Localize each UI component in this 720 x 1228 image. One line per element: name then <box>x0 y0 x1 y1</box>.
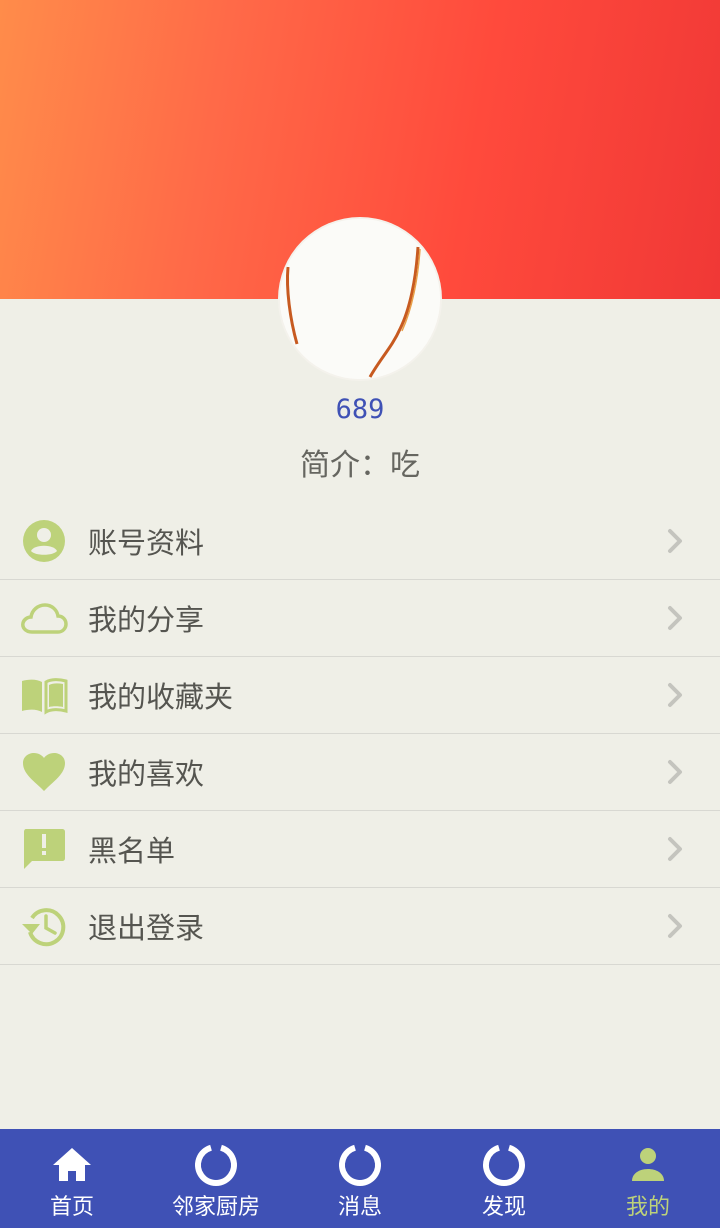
loading-ring-icon <box>194 1143 238 1187</box>
menu-item-favorites[interactable]: 我的收藏夹 <box>0 657 720 734</box>
book-icon <box>20 671 68 719</box>
feedback-icon <box>20 825 68 873</box>
avatar-image <box>280 219 440 379</box>
chevron-right-icon <box>664 603 686 633</box>
menu-item-blacklist[interactable]: 黑名单 <box>0 811 720 888</box>
profile-page: 689 简介：吃 账号资料 我的分享 我的收藏夹 我的喜欢 黑名单 退出登录 首… <box>0 0 720 1228</box>
menu-item-my-shares[interactable]: 我的分享 <box>0 580 720 657</box>
nav-label: 我的 <box>625 1195 670 1220</box>
nav-label: 首页 <box>49 1195 94 1220</box>
menu-item-label: 我的喜欢 <box>88 757 205 791</box>
bio-text: 简介：吃 <box>300 448 420 483</box>
menu-item-label: 我的分享 <box>88 603 205 637</box>
menu-item-label: 退出登录 <box>88 911 205 945</box>
loading-ring-icon <box>338 1143 382 1187</box>
profile-menu: 账号资料 我的分享 我的收藏夹 我的喜欢 黑名单 退出登录 <box>0 503 720 965</box>
nav-item-messages[interactable]: 消息 <box>288 1129 432 1228</box>
menu-item-likes[interactable]: 我的喜欢 <box>0 734 720 811</box>
chevron-right-icon <box>664 911 686 941</box>
chevron-right-icon <box>664 526 686 556</box>
nav-label: 消息 <box>337 1195 382 1220</box>
nav-item-home[interactable]: 首页 <box>0 1129 144 1228</box>
avatar[interactable] <box>280 219 440 379</box>
menu-item-logout[interactable]: 退出登录 <box>0 888 720 965</box>
chevron-right-icon <box>664 757 686 787</box>
menu-item-label: 黑名单 <box>88 834 176 868</box>
nav-label: 发现 <box>481 1195 526 1220</box>
chevron-right-icon <box>664 834 686 864</box>
menu-item-label: 我的收藏夹 <box>88 680 234 714</box>
home-icon <box>50 1143 94 1187</box>
nav-item-discover[interactable]: 发现 <box>432 1129 576 1228</box>
history-icon <box>20 902 68 950</box>
username: 689 <box>335 394 385 425</box>
menu-item-account[interactable]: 账号资料 <box>0 503 720 580</box>
loading-ring-icon <box>482 1143 526 1187</box>
nav-item-neighbor-kitchen[interactable]: 邻家厨房 <box>144 1129 288 1228</box>
bottom-nav: 首页 邻家厨房 消息 发现 我的 <box>0 1129 720 1228</box>
nav-label: 邻家厨房 <box>171 1195 260 1220</box>
chevron-right-icon <box>664 680 686 710</box>
nav-item-me[interactable]: 我的 <box>576 1129 720 1228</box>
heart-icon <box>20 748 68 796</box>
cloud-icon <box>20 594 68 642</box>
account-circle-icon <box>20 517 68 565</box>
menu-item-label: 账号资料 <box>88 526 205 560</box>
person-icon <box>626 1143 670 1187</box>
